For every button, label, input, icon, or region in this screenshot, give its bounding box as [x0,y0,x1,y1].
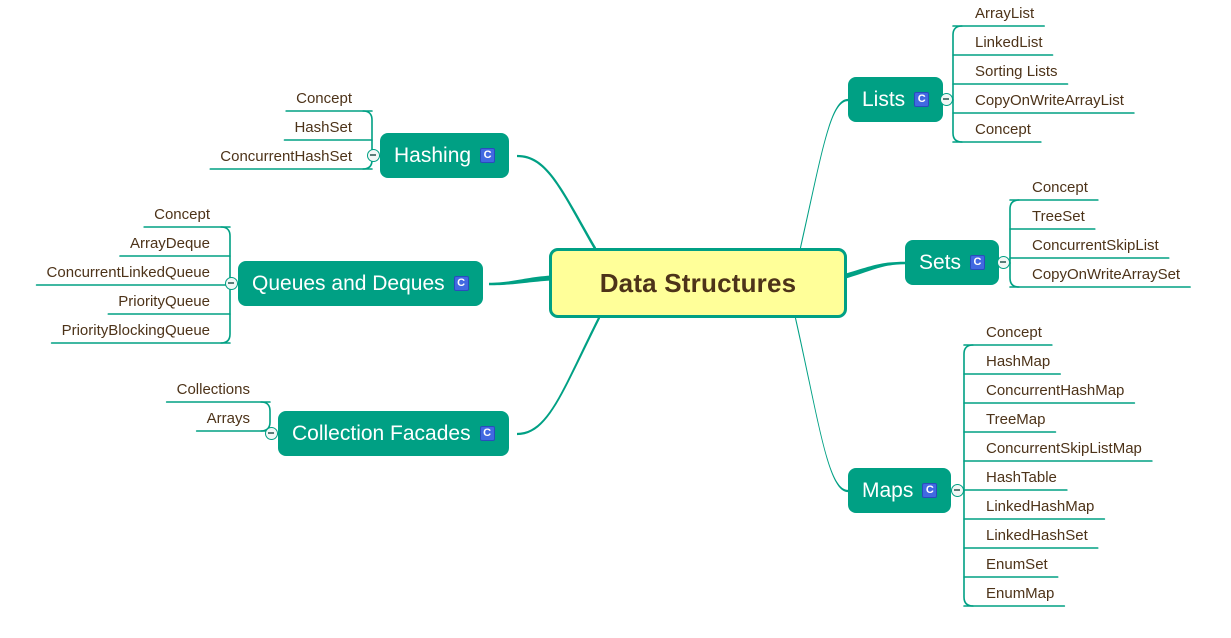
leaf-maps-4[interactable]: ConcurrentSkipListMap [986,441,1142,456]
leaf-sets-2[interactable]: ConcurrentSkipList [1032,238,1159,253]
collapse-toggle-queues-and-deques[interactable] [225,277,238,290]
collapse-toggle-maps[interactable] [951,484,964,497]
branch-label-sets: Sets [919,251,962,274]
leaf-hashing-0[interactable]: Concept [296,91,352,106]
collapse-toggle-lists[interactable] [940,93,953,106]
leaf-maps-3[interactable]: TreeMap [986,412,1045,427]
branch-node-lists[interactable]: Lists C [848,77,944,122]
branch-node-collection-facades[interactable]: Collection Facades C [278,411,509,456]
leaf-queues-and-deques-3[interactable]: PriorityQueue [118,294,210,309]
mindmap-canvas: Data Structures Lists C Sets C Maps C Ha… [0,0,1231,638]
leaf-lists-4[interactable]: Concept [975,122,1031,137]
leaf-queues-and-deques-4[interactable]: PriorityBlockingQueue [62,323,210,338]
leaf-hashing-1[interactable]: HashSet [294,120,352,135]
attachment-badge-icon[interactable]: C [914,92,930,107]
leaf-queues-and-deques-0[interactable]: Concept [154,207,210,222]
leaf-sets-1[interactable]: TreeSet [1032,209,1085,224]
branch-label-collection-facades: Collection Facades [292,422,471,445]
leaf-maps-8[interactable]: EnumSet [986,557,1048,572]
leaf-lists-2[interactable]: Sorting Lists [975,64,1058,79]
branch-node-queues-and-deques[interactable]: Queues and Deques C [238,261,483,306]
leaf-sets-3[interactable]: CopyOnWriteArraySet [1032,267,1180,282]
leaf-queues-and-deques-1[interactable]: ArrayDeque [130,236,210,251]
leaf-collection-facades-0[interactable]: Collections [177,382,250,397]
branch-node-sets[interactable]: Sets C [905,240,1000,285]
leaf-maps-7[interactable]: LinkedHashSet [986,528,1088,543]
leaf-lists-1[interactable]: LinkedList [975,35,1043,50]
leaf-queues-and-deques-2[interactable]: ConcurrentLinkedQueue [47,265,210,280]
leaf-hashing-2[interactable]: ConcurrentHashSet [220,149,352,164]
branch-label-hashing: Hashing [394,144,472,167]
leaf-maps-5[interactable]: HashTable [986,470,1057,485]
branch-node-hashing[interactable]: Hashing C [380,133,510,178]
root-node[interactable]: Data Structures [549,248,847,318]
leaf-maps-1[interactable]: HashMap [986,354,1050,369]
branch-label-lists: Lists [862,88,906,111]
collapse-toggle-sets[interactable] [997,256,1010,269]
branch-label-queues-and-deques: Queues and Deques [252,272,445,295]
attachment-badge-icon[interactable]: C [480,148,496,163]
leaf-lists-0[interactable]: ArrayList [975,6,1034,21]
root-node-label: Data Structures [599,267,797,298]
attachment-badge-icon[interactable]: C [970,255,986,270]
leaf-sets-0[interactable]: Concept [1032,180,1088,195]
attachment-badge-icon[interactable]: C [922,483,938,498]
collapse-toggle-collection-facades[interactable] [265,427,278,440]
branch-label-maps: Maps [862,479,914,502]
leaf-lists-3[interactable]: CopyOnWriteArrayList [975,93,1124,108]
leaf-maps-9[interactable]: EnumMap [986,586,1054,601]
leaf-collection-facades-1[interactable]: Arrays [207,411,250,426]
attachment-badge-icon[interactable]: C [479,426,495,441]
branch-node-maps[interactable]: Maps C [848,468,952,513]
collapse-toggle-hashing[interactable] [367,149,380,162]
attachment-badge-icon[interactable]: C [453,276,469,291]
leaf-maps-0[interactable]: Concept [986,325,1042,340]
leaf-maps-6[interactable]: LinkedHashMap [986,499,1094,514]
leaf-maps-2[interactable]: ConcurrentHashMap [986,383,1124,398]
